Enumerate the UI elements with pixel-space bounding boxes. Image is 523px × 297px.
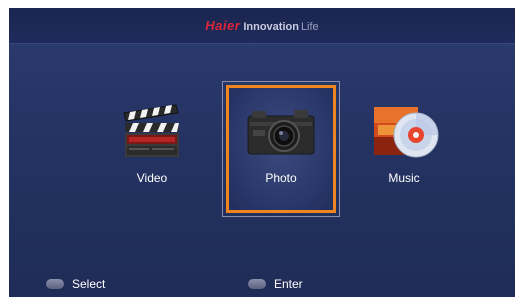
brand-logo: Haier Innovation Life: [9, 18, 515, 33]
menu-item-video-label: Video: [136, 171, 168, 185]
tv-screen: Haier Innovation Life Video Photo Music: [9, 8, 515, 297]
brand-slogan: Innovation: [243, 21, 299, 33]
hint-enter-label: Enter: [274, 277, 303, 291]
brand-name: Haier: [205, 18, 241, 33]
menu-item-music-label: Music: [388, 171, 420, 185]
camera-icon: [247, 110, 315, 155]
hint-select-label: Select: [72, 277, 106, 291]
music-cd-icon: [374, 107, 439, 158]
hint-enter: Enter: [248, 277, 303, 291]
ok-key-icon: [248, 279, 266, 289]
brand-slogan-tail: Life: [300, 21, 319, 33]
header-banner: Haier Innovation Life: [9, 8, 515, 44]
menu-item-music[interactable]: Music: [364, 103, 444, 193]
menu-item-photo[interactable]: Photo: [222, 81, 340, 217]
hint-select: Select: [46, 277, 105, 291]
navigate-key-icon: [46, 279, 64, 289]
menu-item-photo-label: Photo: [265, 171, 297, 185]
menu-item-video[interactable]: Video: [112, 103, 192, 193]
clapperboard-icon: [123, 104, 179, 157]
